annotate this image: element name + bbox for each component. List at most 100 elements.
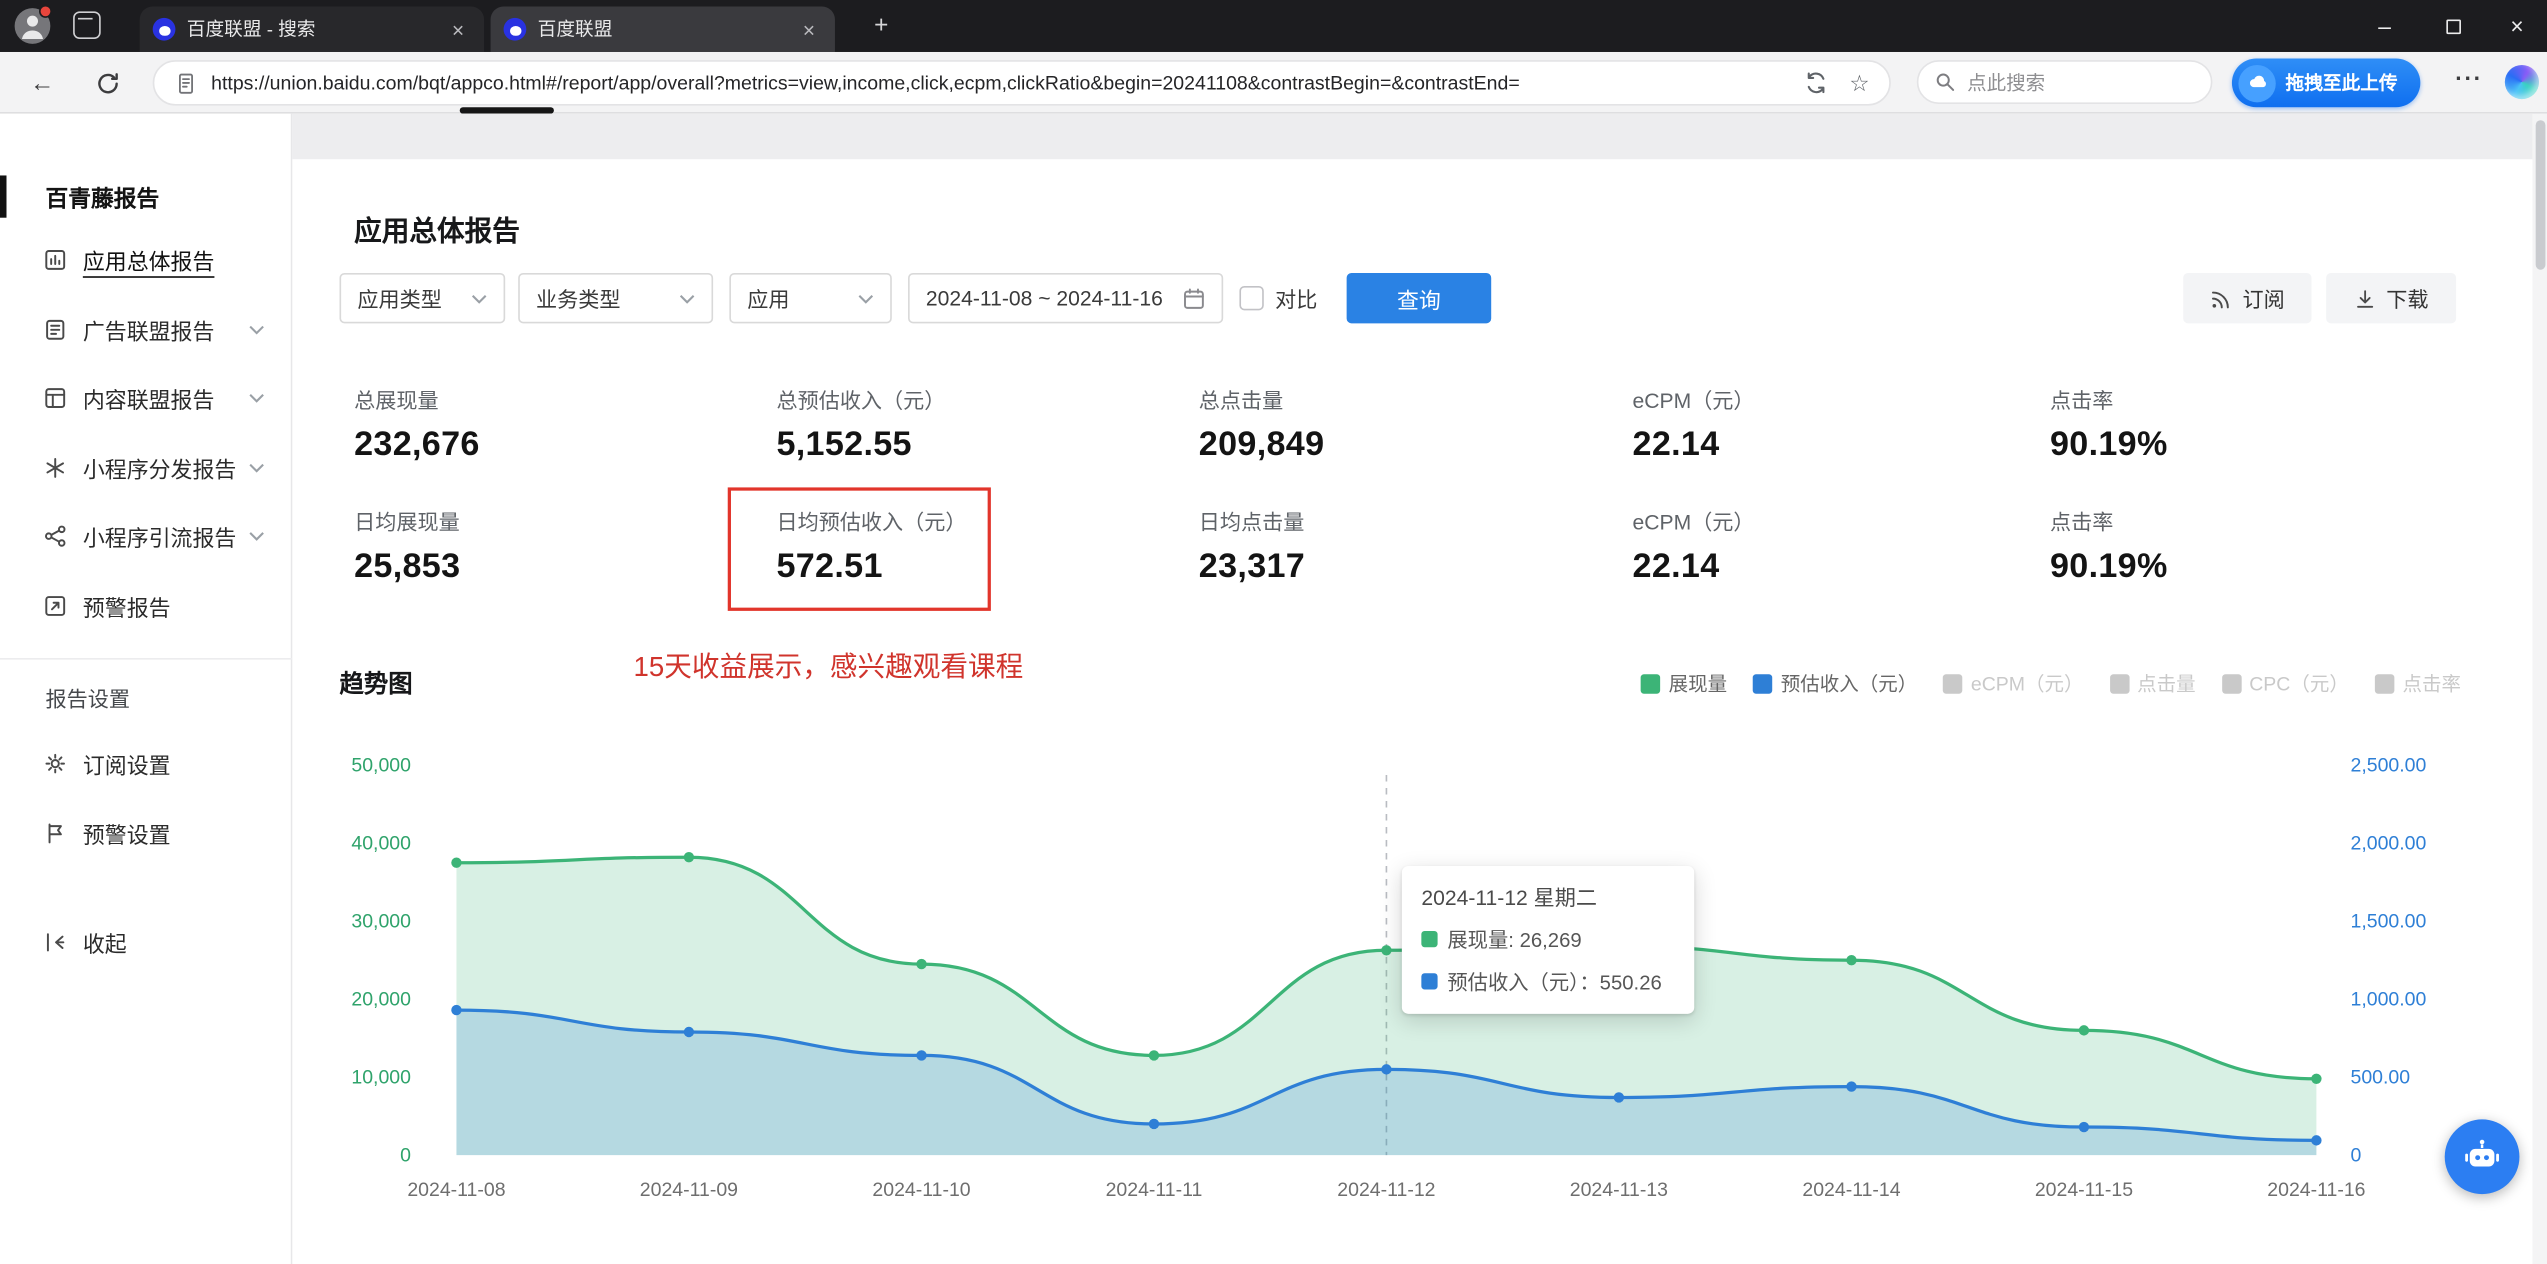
chevron-down-icon <box>249 392 265 402</box>
content-report-icon <box>45 387 66 408</box>
report-overview-icon <box>45 249 66 270</box>
sidebar-item-app-overall-report[interactable]: 应用总体报告 <box>0 224 291 294</box>
download-button[interactable]: 下载 <box>2326 272 2457 324</box>
svg-text:2024-11-12: 2024-11-12 <box>1337 1179 1435 1201</box>
refresh-button[interactable] <box>88 63 127 102</box>
stat-total-impressions: 总展现量 232,676 <box>354 383 480 464</box>
chevron-down-icon <box>249 324 265 334</box>
svg-text:0: 0 <box>400 1145 411 1167</box>
sidebar-item-label: 小程序分发报告 <box>82 457 237 482</box>
scrollbar-thumb[interactable] <box>2534 120 2545 270</box>
sidebar-item-label: 预警设置 <box>82 822 171 848</box>
search-icon <box>1936 73 1955 91</box>
stat-daily-clicks: 日均点击量 23,317 <box>1199 505 1305 586</box>
svg-text:10,000: 10,000 <box>351 1067 411 1089</box>
back-button[interactable]: ← <box>23 63 62 102</box>
toolbar-search[interactable] <box>1916 60 2213 104</box>
tab-close-icon[interactable]: × <box>445 17 471 41</box>
download-label: 下载 <box>2386 287 2429 312</box>
sync-icon[interactable] <box>1804 70 1830 96</box>
app-type-select[interactable]: 应用类型 <box>339 272 506 324</box>
sidebar-item-label: 内容联盟报告 <box>82 387 215 412</box>
tooltip-swatch <box>1421 930 1438 947</box>
trend-chart-svg[interactable]: 0 10,000 20,000 30,000 40,000 50,000 0 500.00 1,… <box>339 739 2460 1210</box>
legend-item-cpc[interactable]: CPC（元） <box>2221 669 2349 697</box>
tooltip-row-revenue: 预估收入（元）：550.26 <box>1421 965 1674 996</box>
legend-swatch <box>1641 673 1661 693</box>
stat-value: 25,853 <box>354 547 461 585</box>
sidebar-item-miniapp-referral-report[interactable]: 小程序引流报告 <box>0 500 291 570</box>
sidebar-item-label: 小程序引流报告 <box>82 525 237 550</box>
tab-title: 百度联盟 - 搜索 <box>186 21 316 41</box>
legend-label: 预估收入（元） <box>1780 672 1918 696</box>
query-button[interactable]: 查询 <box>1346 272 1492 324</box>
browser-menu-button[interactable]: ··· <box>2450 65 2489 101</box>
sidebar-item-alert-report[interactable]: 预警报告 <box>0 570 291 640</box>
sidebar-item-alert-settings[interactable]: 预警设置 <box>0 798 291 868</box>
annotation-text: 15天收益展示，感兴趣观看课程 <box>633 651 1024 683</box>
stat-value: 209,849 <box>1198 425 1325 464</box>
sidebar: 百青藤报告 应用总体报告 广告联盟报告 内容联盟报告 小程序分发报告 小程序引流… <box>0 113 293 1264</box>
svg-text:2024-11-10: 2024-11-10 <box>872 1179 970 1201</box>
svg-text:1,500.00: 1,500.00 <box>2351 911 2427 933</box>
legend-item-impressions[interactable]: 展现量 <box>1641 669 1727 697</box>
sidebar-collapse-button[interactable]: 收起 <box>42 907 127 977</box>
subscribe-label: 订阅 <box>2242 287 2285 312</box>
app-select[interactable]: 应用 <box>729 272 892 324</box>
upload-drop-button[interactable]: 拖拽至此上传 <box>2231 58 2421 108</box>
sidebar-item-label: 应用总体报告 <box>82 249 215 274</box>
browser-tab-active[interactable]: 百度联盟 × <box>490 6 835 52</box>
date-range-picker[interactable]: 2024-11-08 ~ 2024-11-16 <box>908 272 1224 324</box>
sidebar-item-label: 订阅设置 <box>82 753 171 778</box>
legend-swatch <box>1753 673 1773 693</box>
refresh-icon <box>97 72 118 93</box>
chevron-down-icon <box>249 462 265 472</box>
browser-tab-search[interactable]: 百度联盟 - 搜索 × <box>139 6 485 52</box>
top-gray-band <box>292 113 2533 160</box>
chart-tooltip: 2024-11-12 星期二 展现量: 26,269 预估收入（元）：550.2… <box>1401 865 1695 1014</box>
window-close-button[interactable]: × <box>2487 0 2547 52</box>
legend-item-clicks[interactable]: 点击量 <box>2109 669 2196 697</box>
compare-checkbox[interactable] <box>1239 285 1264 311</box>
tab-title: 百度联盟 <box>537 21 613 41</box>
window-maximize-button[interactable] <box>2419 0 2487 52</box>
stat-total-revenue: 总预估收入（元） 5,152.55 <box>776 383 945 464</box>
subscribe-button[interactable]: 订阅 <box>2183 272 2312 324</box>
new-tab-button[interactable]: + <box>866 11 897 42</box>
sidebar-item-miniapp-dispatch-report[interactable]: 小程序分发报告 <box>0 432 291 502</box>
cloud-upload-icon <box>2238 64 2276 102</box>
stat-label: 总预估收入（元） <box>776 388 946 413</box>
workspaces-icon[interactable] <box>73 11 101 39</box>
assistant-widget-button[interactable] <box>2444 1119 2520 1195</box>
legend-item-ecpm[interactable]: eCPM（元） <box>1943 669 2083 697</box>
svg-text:500.00: 500.00 <box>2351 1067 2411 1089</box>
svg-text:2024-11-11: 2024-11-11 <box>1106 1179 1203 1201</box>
page-title: 应用总体报告 <box>354 216 520 247</box>
maximize-icon <box>2445 18 2461 34</box>
main-content: 应用总体报告 应用类型 业务类型 应用 2024-11-08 ~ 2024-11… <box>292 113 2533 1264</box>
chevron-down-icon <box>471 294 487 303</box>
legend-item-revenue[interactable]: 预估收入（元） <box>1753 669 1917 697</box>
page-scrollbar[interactable] <box>2532 113 2547 1264</box>
window-minimize-button[interactable]: – <box>2351 0 2419 52</box>
search-input[interactable] <box>1967 70 2179 94</box>
sidebar-item-subscribe-settings[interactable]: 订阅设置 <box>0 728 291 798</box>
favorite-star-icon[interactable]: ☆ <box>1849 69 1869 97</box>
legend-item-ctr[interactable]: 点击率 <box>2374 669 2461 697</box>
tab-close-icon[interactable]: × <box>796 17 822 41</box>
site-info-icon[interactable] <box>174 71 198 95</box>
stat-label: eCPM（元） <box>1632 388 1755 413</box>
sidebar-edge-marker <box>0 175 7 218</box>
address-bar[interactable]: https://union.baidu.com/bqt/appco.html#/… <box>152 60 1891 106</box>
copilot-icon[interactable] <box>2504 64 2539 100</box>
sidebar-item-ad-union-report[interactable]: 广告联盟报告 <box>0 294 291 364</box>
collapse-icon <box>46 932 65 951</box>
collapse-label: 收起 <box>82 931 127 957</box>
svg-text:2024-11-09: 2024-11-09 <box>640 1179 738 1201</box>
sidebar-item-content-union-report[interactable]: 内容联盟报告 <box>0 362 291 432</box>
business-type-select[interactable]: 业务类型 <box>518 272 714 324</box>
url-text[interactable]: https://union.baidu.com/bqt/appco.html#/… <box>211 71 1787 94</box>
compare-toggle[interactable]: 对比 <box>1239 273 1317 323</box>
svg-text:2024-11-08: 2024-11-08 <box>407 1179 505 1201</box>
trend-chart[interactable]: 0 10,000 20,000 30,000 40,000 50,000 0 500.00 1,… <box>339 739 2460 1210</box>
